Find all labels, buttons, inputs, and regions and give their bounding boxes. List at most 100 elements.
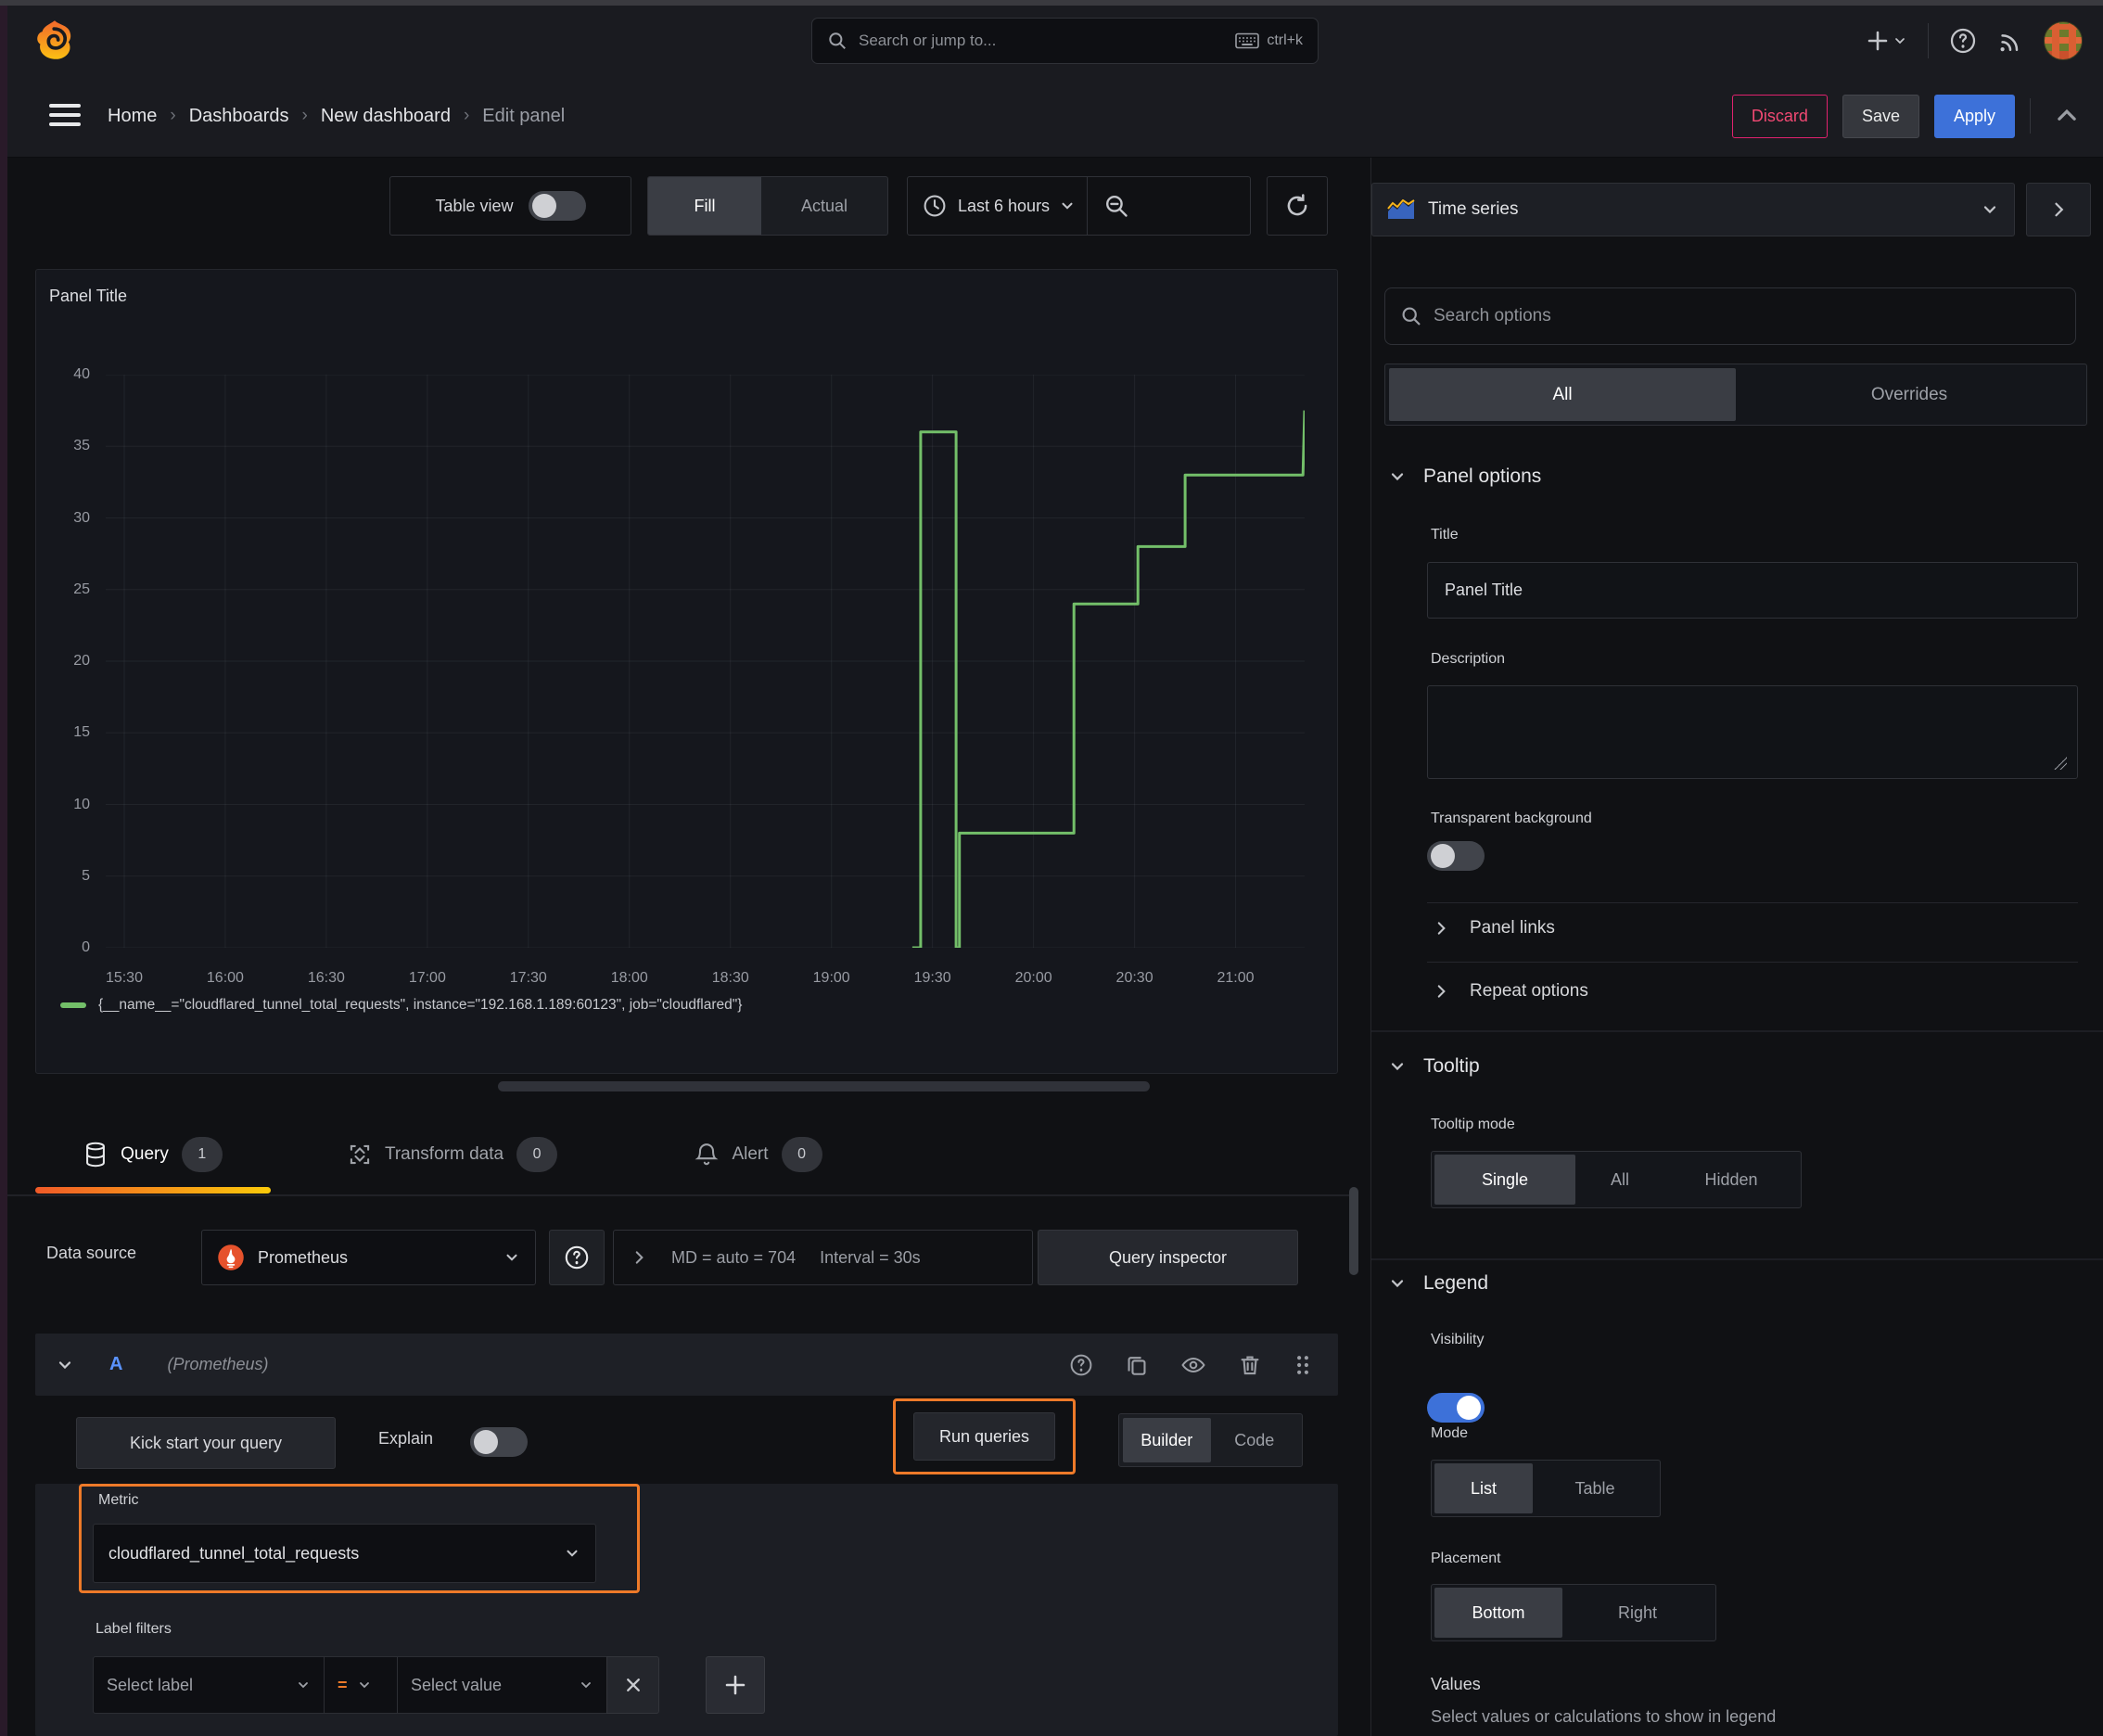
search-input[interactable] <box>859 32 1225 50</box>
panel-links-label: Panel links <box>1470 918 1555 938</box>
explain-toggle[interactable] <box>470 1427 528 1457</box>
legend-placement-bottom[interactable]: Bottom <box>1434 1588 1562 1638</box>
fill-option[interactable]: Fill <box>648 177 761 235</box>
legend-item[interactable]: {__name__="cloudflared_tunnel_total_requ… <box>60 997 742 1014</box>
chart-plot[interactable] <box>106 375 1305 948</box>
legend-mode-list[interactable]: List <box>1434 1463 1533 1513</box>
chevron-right-icon <box>1437 985 1446 998</box>
run-queries-button[interactable]: Run queries <box>913 1412 1055 1461</box>
grafana-logo-icon[interactable] <box>33 19 76 61</box>
remove-filter-button[interactable] <box>606 1656 659 1714</box>
legend-section-header[interactable]: Legend <box>1388 1272 1488 1295</box>
plus-icon <box>1867 31 1888 50</box>
collapse-query-icon[interactable] <box>56 1356 74 1374</box>
scrollbar-thumb[interactable] <box>1349 1187 1358 1275</box>
help-button[interactable] <box>1949 27 1977 55</box>
legend-mode-table[interactable]: Table <box>1533 1463 1657 1513</box>
question-circle-icon <box>1950 28 1976 53</box>
add-filter-button[interactable] <box>706 1656 765 1714</box>
time-range-picker[interactable]: Last 6 hours <box>907 176 1251 236</box>
time-range-label: Last 6 hours <box>958 196 1051 215</box>
textarea-resize-corner-icon[interactable] <box>2054 757 2067 770</box>
toggle-visibility-icon[interactable] <box>1180 1353 1206 1377</box>
news-feed-button[interactable] <box>1997 28 2023 54</box>
metric-select[interactable]: cloudflared_tunnel_total_requests <box>93 1524 596 1583</box>
user-avatar[interactable] <box>2044 20 2083 60</box>
panel-options-header[interactable]: Panel options <box>1388 466 1541 488</box>
breadcrumb-dashboards[interactable]: Dashboards <box>189 106 289 127</box>
visualization-name: Time series <box>1428 199 1519 219</box>
tab-alert[interactable]: Alert 0 <box>652 1116 865 1194</box>
code-option[interactable]: Code <box>1211 1418 1299 1462</box>
options-search-input[interactable] <box>1434 306 2060 326</box>
apply-button[interactable]: Apply <box>1933 94 2015 138</box>
global-search[interactable]: ctrl+k <box>811 18 1319 64</box>
panel-title-input[interactable] <box>1427 562 2078 619</box>
query-row-a: A (Prometheus) <box>35 1334 1338 1396</box>
chevron-down-icon <box>1895 37 1905 44</box>
alert-count-badge: 0 <box>781 1137 822 1172</box>
select-label-dropdown[interactable]: Select label <box>93 1656 325 1714</box>
datasource-help-button[interactable] <box>549 1230 605 1285</box>
visualization-picker[interactable]: Time series <box>1371 183 2015 236</box>
save-button[interactable]: Save <box>1842 94 1919 138</box>
transparent-background-label: Transparent background <box>1431 811 1592 826</box>
builder-option[interactable]: Builder <box>1123 1418 1211 1462</box>
keyboard-icon <box>1235 32 1260 49</box>
collapse-header-button[interactable] <box>2055 104 2079 128</box>
tooltip-mode-hidden[interactable]: Hidden <box>1664 1155 1798 1205</box>
operator-dropdown[interactable]: = <box>324 1656 398 1714</box>
bell-icon <box>695 1143 719 1166</box>
zoom-out-button[interactable] <box>1088 177 1144 235</box>
breadcrumb-home[interactable]: Home <box>108 106 157 127</box>
pane-resize-handle[interactable] <box>498 1081 1150 1091</box>
panel-links-section[interactable]: Panel links <box>1433 918 1555 938</box>
actual-option[interactable]: Actual <box>761 177 887 235</box>
query-help-icon[interactable] <box>1069 1353 1093 1377</box>
delete-query-icon[interactable] <box>1238 1353 1262 1377</box>
options-search[interactable] <box>1384 287 2076 345</box>
transparent-background-toggle[interactable] <box>1427 841 1485 871</box>
panel-options-title: Panel options <box>1423 466 1542 487</box>
breadcrumb-new-dashboard[interactable]: New dashboard <box>321 106 451 127</box>
duplicate-query-icon[interactable] <box>1125 1353 1149 1377</box>
query-inspector-button[interactable]: Query inspector <box>1038 1230 1298 1285</box>
datasource-picker[interactable]: Prometheus <box>201 1230 536 1285</box>
viz-suggestions-button[interactable] <box>2026 183 2091 236</box>
legend-section-title: Legend <box>1423 1272 1489 1294</box>
table-view-toggle[interactable] <box>528 191 586 221</box>
tooltip-mode-single[interactable]: Single <box>1434 1155 1575 1205</box>
tab-transform-data[interactable]: Transform data 0 <box>300 1116 605 1194</box>
tooltip-section-header[interactable]: Tooltip <box>1388 1055 1480 1078</box>
pane-size-switch: Fill Actual <box>647 176 888 236</box>
kickstart-query-button[interactable]: Kick start your query <box>76 1417 336 1469</box>
menu-toggle-icon[interactable] <box>49 101 81 129</box>
tab-transform-label: Transform data <box>384 1144 504 1164</box>
tab-query[interactable]: Query 1 <box>35 1116 271 1194</box>
query-ref-id[interactable]: A <box>109 1354 122 1375</box>
tab-all-options[interactable]: All <box>1389 368 1736 421</box>
tooltip-mode-all[interactable]: All <box>1575 1155 1664 1205</box>
discard-button[interactable]: Discard <box>1731 94 1828 138</box>
top-nav-actions <box>1867 6 2083 75</box>
panel-description-textarea[interactable] <box>1427 685 2078 779</box>
y-axis-tick-label: 5 <box>82 867 90 884</box>
query-actions-row: Kick start your query Explain Run querie… <box>35 1398 1338 1484</box>
tab-overrides[interactable]: Overrides <box>1736 368 2083 421</box>
panel-title[interactable]: Panel Title <box>49 287 127 306</box>
repeat-options-label: Repeat options <box>1470 981 1588 1001</box>
chevron-down-icon <box>567 1550 578 1557</box>
new-dashboard-button[interactable] <box>1867 30 1907 52</box>
drag-handle-icon[interactable] <box>1294 1353 1312 1377</box>
x-axis-tick-label: 18:30 <box>711 970 749 986</box>
repeat-options-section[interactable]: Repeat options <box>1433 981 1588 1002</box>
refresh-button[interactable] <box>1267 176 1328 236</box>
legend-visibility-toggle[interactable] <box>1427 1393 1485 1423</box>
legend-values-label: Values <box>1431 1675 1481 1693</box>
legend-placement-right[interactable]: Right <box>1562 1588 1713 1638</box>
breadcrumb-separator: › <box>170 106 176 125</box>
datasource-name: Prometheus <box>258 1247 349 1267</box>
query-options-row[interactable]: MD = auto = 704 Interval = 30s <box>613 1230 1033 1285</box>
select-value-dropdown[interactable]: Select value <box>397 1656 607 1714</box>
x-axis-tick-label: 15:30 <box>105 970 143 986</box>
